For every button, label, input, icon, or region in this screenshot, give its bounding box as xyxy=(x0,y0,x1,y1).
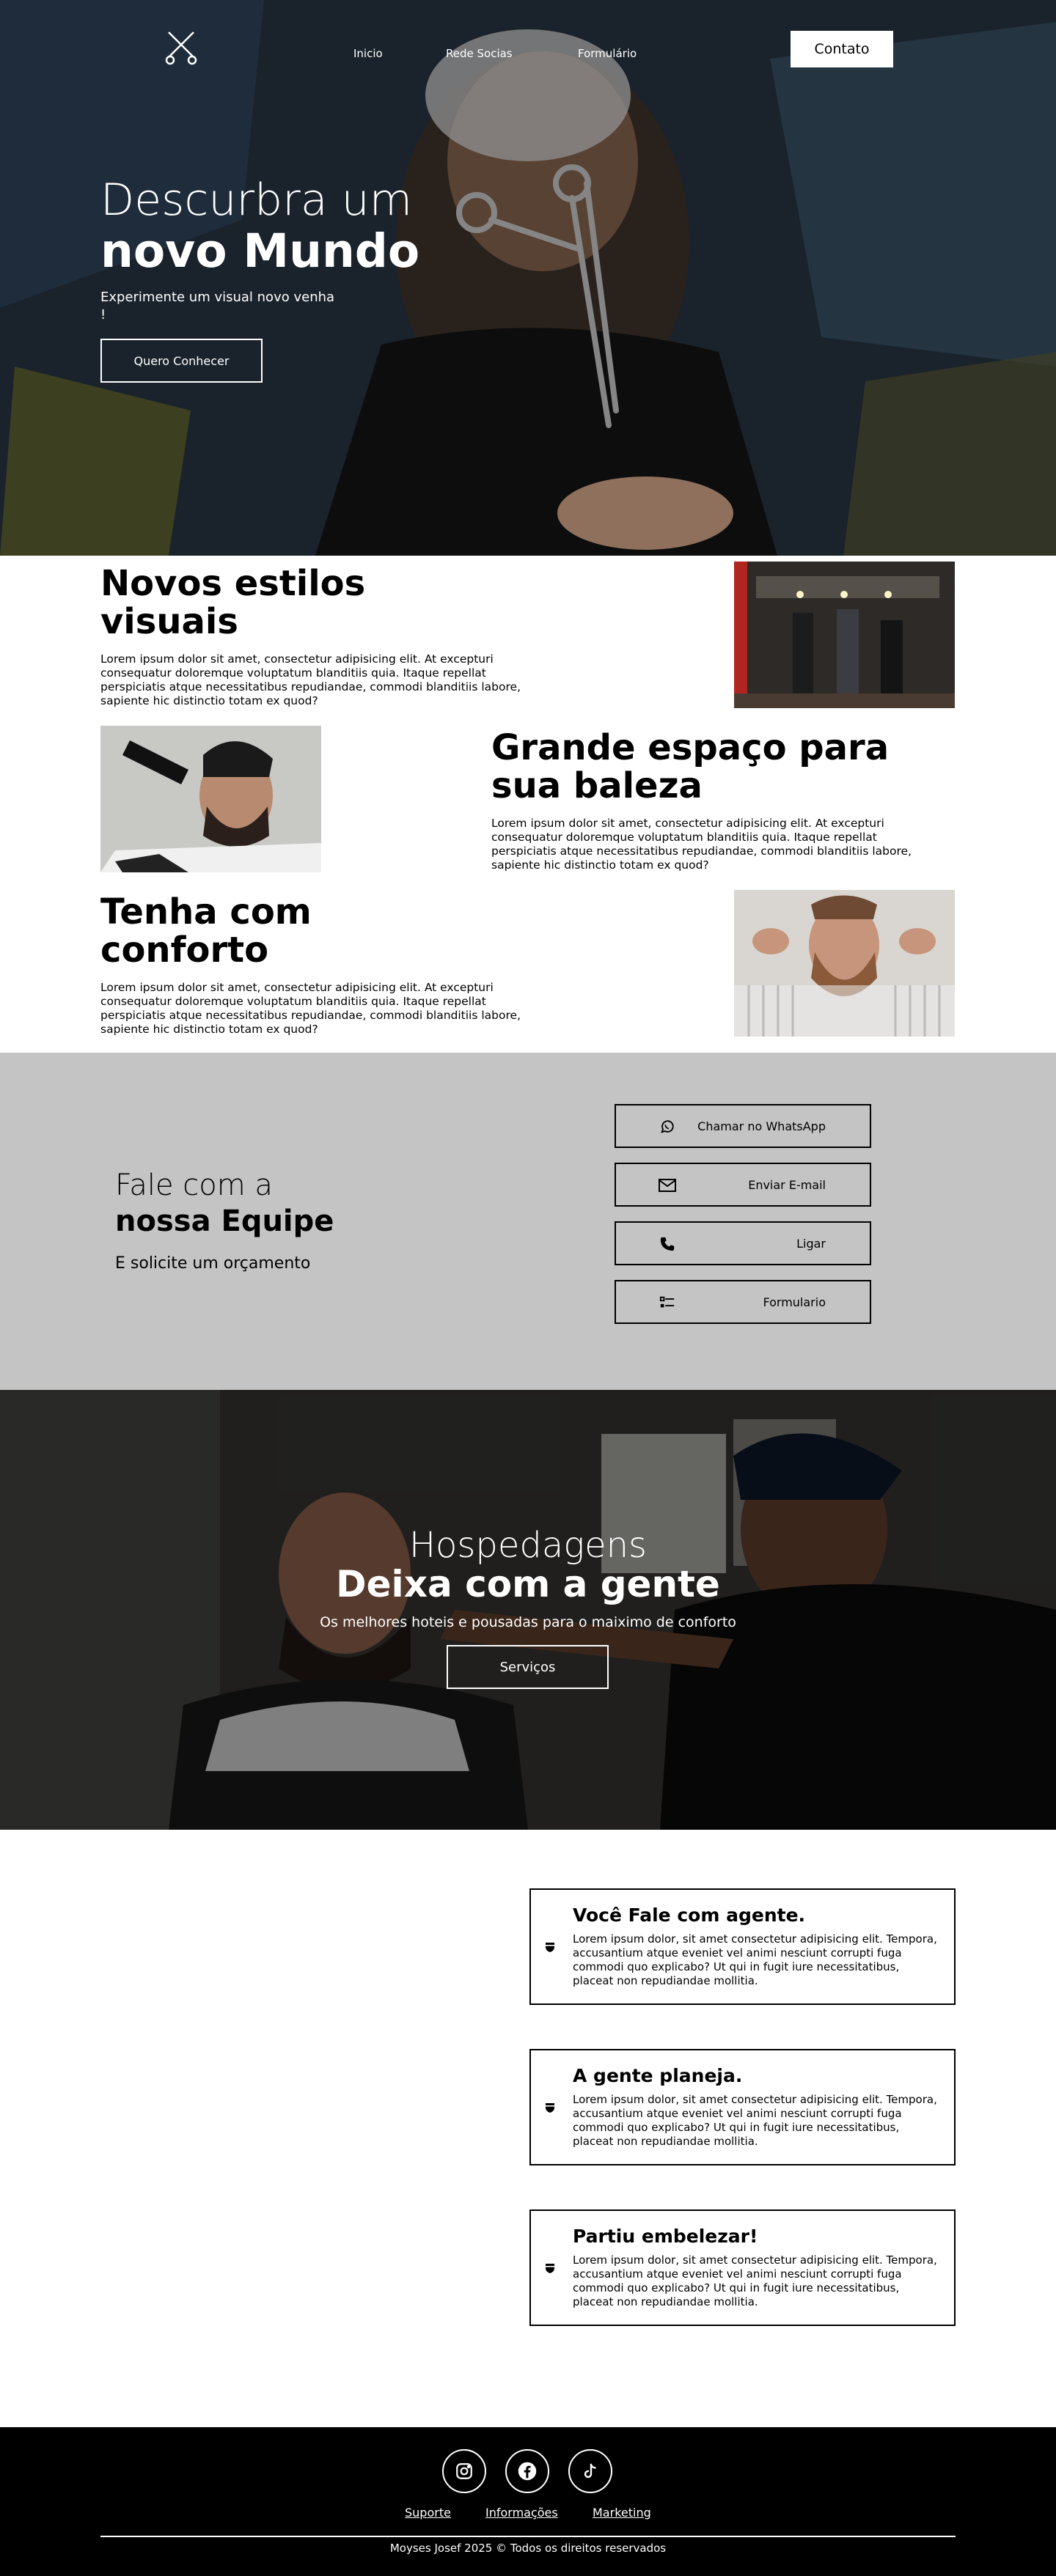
lodging-title-line1: Hospedagens xyxy=(408,1525,648,1566)
quero-conhecer-button[interactable]: Quero Conhecer xyxy=(100,339,263,383)
phone-button-label: Ligar xyxy=(796,1237,826,1251)
instagram-icon[interactable] xyxy=(442,2449,486,2493)
hero-subtitle: Experimente um visual novo venha ! xyxy=(100,290,335,323)
step-card: Partiu embelezar! Lorem ipsum dolor, sit… xyxy=(529,2209,956,2326)
lodging-section: Hospedagens Deixa com a gente Os melhore… xyxy=(0,1390,1056,1830)
contact-section: Fale com a nossa Equipe E solicite um or… xyxy=(0,1053,1056,1390)
barbershop-interior-image xyxy=(734,562,955,708)
footer-link-informacoes[interactable]: Informações xyxy=(485,2506,558,2520)
form-button[interactable]: Formulario xyxy=(615,1280,871,1324)
step-title: Você Fale com agente. xyxy=(573,1905,806,1926)
phone-icon xyxy=(659,1235,676,1253)
lodging-title-line2: Deixa com a gente xyxy=(336,1563,720,1605)
hero-title-line2: novo Mundo xyxy=(100,224,420,278)
footer-divider xyxy=(100,2536,956,2537)
contact-title-line1: Fale com a xyxy=(115,1169,273,1202)
email-icon xyxy=(659,1177,676,1194)
step-card: A gente planeja. Lorem ipsum dolor, sit … xyxy=(529,2049,956,2165)
feature-title: Tenha com conforto xyxy=(100,891,312,971)
nav-formulario[interactable]: Formulário xyxy=(578,47,637,60)
step-title: Partiu embelezar! xyxy=(573,2226,758,2247)
step-text: Lorem ipsum dolor, sit amet consectetur … xyxy=(573,2253,937,2308)
contact-title-line2: nossa Equipe xyxy=(115,1204,334,1238)
email-button[interactable]: Enviar E-mail xyxy=(615,1163,871,1207)
hero-overlay xyxy=(0,0,1056,556)
step-card: Você Fale com agente. Lorem ipsum dolor,… xyxy=(529,1888,956,2005)
feature-text: Lorem ipsum dolor sit amet, consectetur … xyxy=(491,817,912,872)
lodging-subtitle: Os melhores hoteis e pousadas para o mai… xyxy=(320,1614,736,1630)
footer: Suporte Informações Marketing Moyses Jos… xyxy=(0,2427,1056,2576)
nav-redes-sociais[interactable]: Rede Socias xyxy=(446,47,513,60)
step-text: Lorem ipsum dolor, sit amet consectetur … xyxy=(573,2093,937,2148)
hero-title-line1: Descurbra um xyxy=(100,174,413,226)
whatsapp-icon xyxy=(659,1118,676,1136)
form-list-icon xyxy=(659,1294,676,1311)
tiktok-icon[interactable] xyxy=(568,2449,612,2493)
phone-button[interactable]: Ligar xyxy=(615,1221,871,1265)
step-text: Lorem ipsum dolor, sit amet consectetur … xyxy=(573,1932,937,1987)
whatsapp-button[interactable]: Chamar no WhatsApp xyxy=(615,1104,871,1148)
form-button-label: Formulario xyxy=(763,1295,826,1309)
hero-title: Descurbra um novo Mundo xyxy=(100,174,419,277)
whatsapp-button-label: Chamar no WhatsApp xyxy=(697,1119,826,1133)
bearded-client-image xyxy=(734,890,955,1037)
nav-inicio[interactable]: Inicio xyxy=(353,47,383,60)
beard-trim-image xyxy=(100,726,321,872)
step-title: A gente planeja. xyxy=(573,2065,743,2086)
contato-button[interactable]: Contato xyxy=(791,31,893,67)
hero-section: Inicio Rede Socias Formulário Contato De… xyxy=(0,0,1056,556)
copyright-text: Moyses Josef 2025 © Todos os direitos re… xyxy=(389,2542,667,2555)
shield-icon xyxy=(544,2262,556,2274)
shield-icon xyxy=(544,2102,556,2113)
facebook-icon[interactable] xyxy=(505,2449,549,2493)
feature-text: Lorem ipsum dolor sit amet, consectetur … xyxy=(100,652,521,707)
email-button-label: Enviar E-mail xyxy=(748,1178,826,1192)
feature-title: Grande espaço para sua baleza xyxy=(491,727,890,806)
footer-link-marketing[interactable]: Marketing xyxy=(593,2506,651,2520)
servicos-button[interactable]: Serviços xyxy=(447,1645,609,1689)
contact-subtitle: E solicite um orçamento xyxy=(115,1254,311,1273)
scissors-icon[interactable] xyxy=(163,29,199,66)
footer-link-suporte[interactable]: Suporte xyxy=(405,2506,451,2520)
shield-icon xyxy=(544,1941,556,1953)
feature-title: Novos estilos visuais xyxy=(100,563,366,642)
lodging-overlay xyxy=(0,1390,1056,1830)
feature-text: Lorem ipsum dolor sit amet, consectetur … xyxy=(100,981,521,1036)
